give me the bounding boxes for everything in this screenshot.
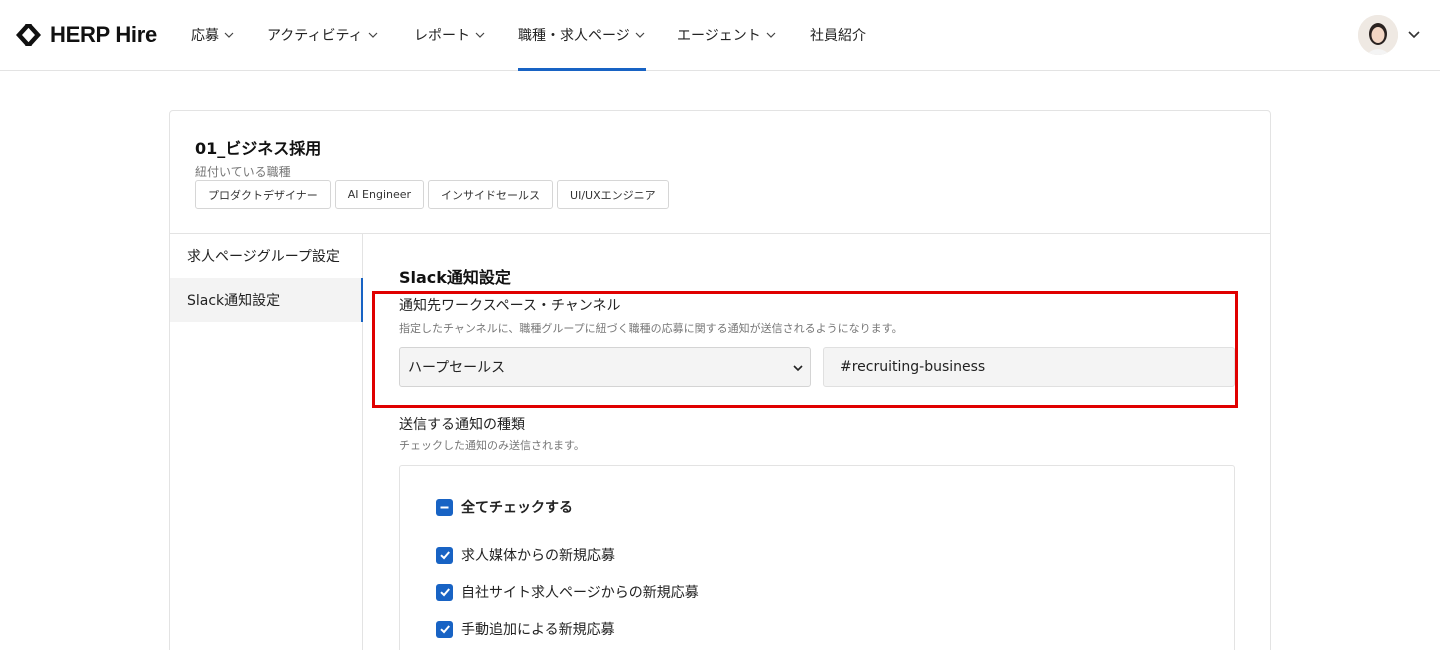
nav-item-referral[interactable]: 社員紹介 (810, 0, 890, 70)
checkbox-checked-icon (436, 546, 453, 564)
nav-label: 職種・求人ページ (518, 28, 630, 44)
chevron-down-icon (793, 365, 803, 372)
nav-label: レポート (414, 28, 470, 44)
notification-types-panel: 全てチェックする 求人媒体からの新規応募 自社サイト求人ページからの新規応募 手… (399, 465, 1235, 650)
indeterminate-checkbox-icon (436, 498, 453, 516)
linked-jobs-tags: プロダクトデザイナー AI Engineer インサイドセールス UI/UXエン… (195, 180, 669, 209)
avatar[interactable] (1358, 15, 1398, 55)
main-nav: 応募 アクティビティ レポート 職種・求人ページ エージェント 社員紹介 (191, 0, 890, 71)
nav-label: アクティビティ (267, 28, 363, 44)
chevron-down-icon (224, 32, 234, 38)
side-item-group-settings[interactable]: 求人ページグループ設定 (170, 234, 362, 278)
checkbox-checked-icon (436, 583, 453, 601)
settings-side-menu: 求人ページグループ設定 Slack通知設定 (170, 234, 363, 650)
destination-help: 指定したチャンネルに、職種グループに紐づく職種の応募に関する通知が送信されるよう… (399, 322, 903, 335)
side-item-label: 求人ページグループ設定 (187, 249, 340, 265)
notification-types-help: チェックした通知のみ送信されます。 (399, 439, 585, 452)
chevron-down-icon (368, 32, 378, 38)
job-tag: UI/UXエンジニア (557, 180, 669, 209)
option-checkbox-job-board[interactable]: 求人媒体からの新規応募 (436, 545, 615, 565)
check-all-checkbox[interactable]: 全てチェックする (436, 497, 573, 517)
chevron-down-icon (635, 32, 645, 38)
nav-label: エージェント (677, 28, 761, 44)
nav-item-agent[interactable]: エージェント (677, 0, 810, 70)
nav-label: 社員紹介 (810, 28, 866, 44)
account-menu-toggle[interactable] (1405, 27, 1423, 43)
side-item-label: Slack通知設定 (187, 293, 281, 309)
top-header: HERP Hire 応募 アクティビティ レポート 職種・求人ページ エージェン… (0, 0, 1440, 71)
job-tag: プロダクトデザイナー (195, 180, 331, 209)
chevron-down-icon (766, 32, 776, 38)
job-tag: インサイドセールス (428, 180, 554, 209)
option-checkbox-own-site[interactable]: 自社サイト求人ページからの新規応募 (436, 582, 699, 602)
workspace-value: ハープセールス (408, 360, 506, 376)
user-avatar-icon (1358, 15, 1398, 55)
checkbox-checked-icon (436, 620, 453, 638)
nav-label: 応募 (191, 28, 219, 44)
check-all-label: 全てチェックする (461, 500, 573, 516)
section-title: Slack通知設定 (399, 268, 511, 287)
option-label: 手動追加による新規応募 (461, 622, 615, 638)
option-label: 求人媒体からの新規応募 (461, 548, 615, 564)
brand-name: HERP Hire (50, 22, 157, 47)
option-checkbox-manual[interactable]: 手動追加による新規応募 (436, 619, 615, 639)
job-tag: AI Engineer (334, 180, 425, 209)
page-title: 01_ビジネス採用 (195, 139, 322, 158)
notification-types-label: 送信する通知の種類 (399, 417, 525, 433)
destination-label: 通知先ワークスペース・チャンネル (399, 298, 621, 314)
nav-item-applications[interactable]: 応募 (191, 0, 267, 70)
herp-logo-icon (16, 24, 41, 46)
herp-hire-logo[interactable]: HERP Hire (16, 22, 157, 48)
workspace-select[interactable]: ハープセールス (399, 347, 811, 387)
option-label: 自社サイト求人ページからの新規応募 (461, 585, 699, 601)
chevron-down-icon (1408, 31, 1420, 39)
side-item-slack-settings[interactable]: Slack通知設定 (170, 278, 363, 322)
nav-item-activity[interactable]: アクティビティ (267, 0, 414, 70)
nav-item-jobs[interactable]: 職種・求人ページ (518, 0, 646, 71)
channel-value: #recruiting-business (840, 359, 986, 375)
job-group-card: 01_ビジネス採用 紐付いている職種 プロダクトデザイナー AI Enginee… (169, 110, 1271, 650)
chevron-down-icon (475, 32, 485, 38)
linked-jobs-label: 紐付いている職種 (195, 165, 291, 179)
nav-item-report[interactable]: レポート (414, 0, 518, 70)
channel-input[interactable]: #recruiting-business (823, 347, 1235, 387)
